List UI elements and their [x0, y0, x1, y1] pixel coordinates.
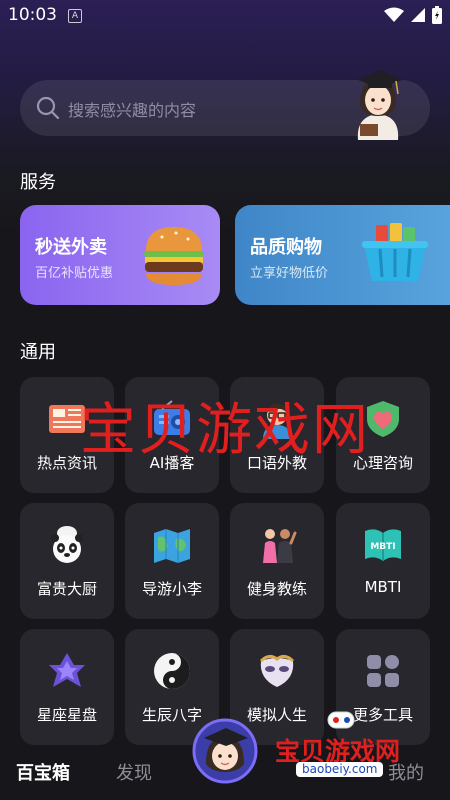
service-card-shopping[interactable]: 品质购物 立享好物低价: [235, 205, 450, 305]
tool-label: 健身教练: [246, 580, 307, 598]
panda-chef-icon: [51, 526, 83, 563]
watermark-logo-url: baobeiy.com: [296, 762, 384, 777]
status-time: 10:03: [8, 5, 57, 25]
assistant-avatar-icon[interactable]: [346, 66, 410, 140]
tool-tile-chef[interactable]: 富贵大厨: [20, 503, 114, 619]
tool-label: 星座星盘: [36, 706, 97, 724]
wifi-icon: [384, 7, 404, 22]
search-icon: [36, 96, 60, 120]
mask-icon: [259, 654, 295, 687]
notification-badge-icon: A: [68, 9, 82, 23]
grid-icon: [367, 655, 399, 687]
tool-label: 导游小李: [141, 580, 202, 598]
search-placeholder: 搜索感兴趣的内容: [68, 101, 197, 120]
signal-icon: [411, 8, 425, 22]
fitness-icon: [263, 529, 297, 563]
service-card-food-delivery[interactable]: 秒送外卖 百亿补贴优惠: [20, 205, 220, 305]
nav-tab-home[interactable]: 百宝箱: [16, 759, 70, 785]
service-title: 品质购物: [250, 237, 322, 258]
star-icon: [49, 653, 85, 687]
services-section-title: 服务: [20, 172, 56, 193]
tool-label: MBTI: [364, 578, 402, 596]
tool-tile-mbti[interactable]: MBTI MBTI: [336, 503, 430, 619]
service-title: 秒送外卖: [35, 237, 107, 258]
watermark-logo-icon: [327, 711, 355, 729]
nav-tab-discover[interactable]: 发现: [116, 759, 152, 785]
status-bar: 10:03 A: [0, 0, 450, 30]
general-section-title: 通用: [20, 342, 56, 363]
tool-tile-tour-guide[interactable]: 导游小李: [125, 503, 219, 619]
battery-icon: [432, 6, 442, 24]
assistant-center-button-icon[interactable]: [192, 718, 258, 784]
tool-label: 富贵大厨: [36, 580, 97, 598]
tool-tile-fitness[interactable]: 健身教练: [230, 503, 324, 619]
map-icon: [154, 529, 190, 563]
mbti-book-icon: MBTI: [365, 529, 401, 561]
tool-tile-astrology[interactable]: 星座星盘: [20, 629, 114, 745]
burger-icon: [144, 227, 204, 285]
site-watermark: 宝贝游戏网: [80, 398, 370, 463]
service-subtitle: 立享好物低价: [250, 266, 329, 281]
service-subtitle: 百亿补贴优惠: [35, 266, 114, 281]
yin-yang-icon: [154, 653, 190, 689]
shopping-basket-icon: [362, 223, 428, 281]
svg-text:MBTI: MBTI: [370, 542, 395, 552]
